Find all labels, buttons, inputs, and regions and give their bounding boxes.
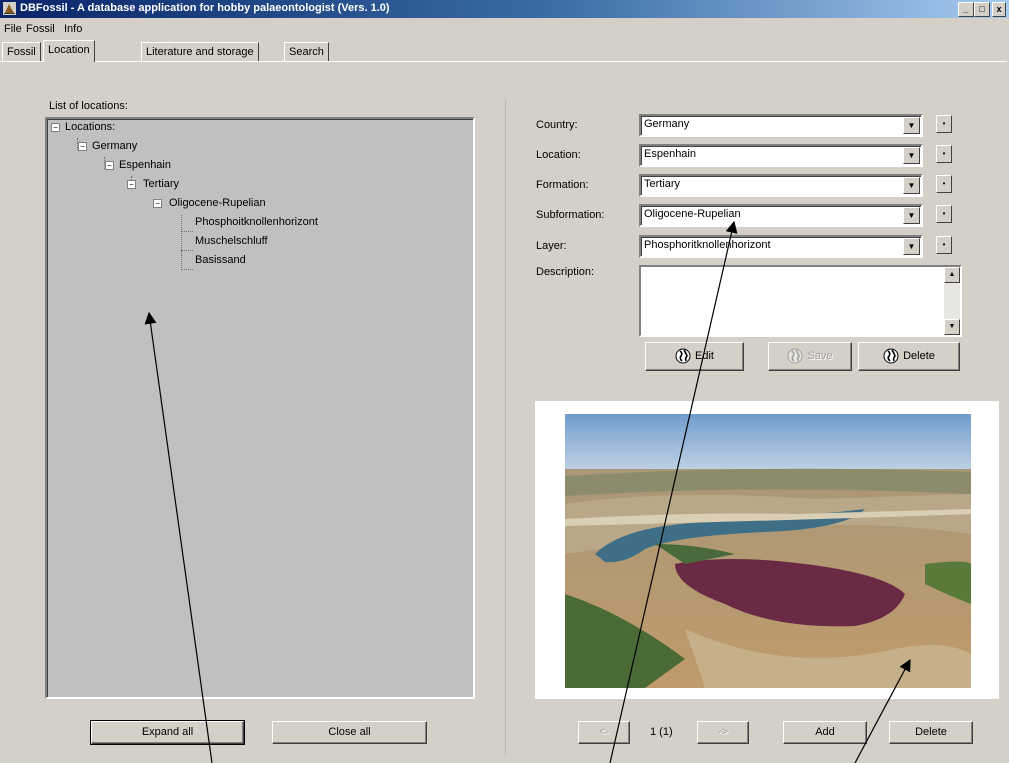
- chevron-down-icon[interactable]: ▼: [903, 117, 920, 134]
- location-photo: [565, 414, 971, 688]
- description-label: Description:: [536, 266, 595, 278]
- tab-fossil[interactable]: Fossil: [2, 42, 41, 61]
- delete-label: Delete: [903, 350, 935, 362]
- layer-value: Phosphoritknollenhorizont: [644, 239, 771, 251]
- subformation-label: Subformation:: [536, 209, 605, 221]
- tree-node-layer[interactable]: Basissand: [195, 254, 246, 266]
- chevron-down-icon[interactable]: ▼: [903, 238, 920, 255]
- country-add-button[interactable]: •: [936, 115, 952, 133]
- tree-node-germany[interactable]: Germany: [92, 140, 137, 152]
- edit-label: Edit: [695, 350, 714, 362]
- delete-location-button[interactable]: Delete: [858, 342, 960, 371]
- tree-node-oligocene-rupelian[interactable]: Oligocene-Rupelian: [169, 197, 266, 209]
- application-window: DBFossil - A database application for ho…: [0, 0, 1009, 763]
- previous-image-button[interactable]: <-: [578, 721, 630, 744]
- minimize-button[interactable]: _: [958, 2, 974, 17]
- layer-select[interactable]: Phosphoritknollenhorizont ▼: [639, 235, 923, 258]
- list-of-locations-label: List of locations:: [49, 100, 128, 112]
- app-icon: [3, 2, 16, 15]
- image-counter: 1 (1): [650, 726, 673, 738]
- formation-value: Tertiary: [644, 178, 681, 190]
- tree-collapse-formation[interactable]: −: [127, 180, 136, 189]
- tab-search[interactable]: Search: [284, 42, 329, 61]
- next-image-button[interactable]: ->: [697, 721, 749, 744]
- save-label: Save: [807, 350, 833, 362]
- formation-label: Formation:: [536, 179, 589, 191]
- menu-file[interactable]: File: [4, 23, 22, 35]
- country-select[interactable]: Germany ▼: [639, 114, 923, 137]
- location-photo-frame: [535, 401, 999, 699]
- tree-node-tertiary[interactable]: Tertiary: [143, 178, 179, 190]
- tree-collapse-country[interactable]: −: [78, 142, 87, 151]
- tab-strip: Fossil Location Literature and storage S…: [0, 40, 1009, 62]
- close-all-button[interactable]: Close all: [272, 721, 427, 744]
- close-button[interactable]: x: [992, 2, 1006, 17]
- subformation-add-button[interactable]: •: [936, 205, 952, 223]
- edit-button[interactable]: Edit: [645, 342, 744, 371]
- menu-fossil[interactable]: Fossil: [26, 23, 55, 35]
- location-add-button[interactable]: •: [936, 145, 952, 163]
- tree-node-espenhain[interactable]: Espenhain: [119, 159, 171, 171]
- menu-info[interactable]: Info: [64, 23, 82, 35]
- globe-icon: [675, 348, 691, 364]
- location-value: Espenhain: [644, 148, 696, 160]
- expand-all-button[interactable]: Expand all: [90, 720, 245, 745]
- tab-literature-storage[interactable]: Literature and storage: [141, 42, 259, 61]
- chevron-down-icon[interactable]: ▼: [903, 147, 920, 164]
- tree-node-layer[interactable]: Muschelschluff: [195, 235, 268, 247]
- scroll-up-icon[interactable]: ▲: [944, 267, 960, 283]
- subformation-value: Oligocene-Rupelian: [644, 208, 741, 220]
- scroll-down-icon[interactable]: ▼: [944, 319, 960, 335]
- country-label: Country:: [536, 119, 578, 131]
- formation-select[interactable]: Tertiary ▼: [639, 174, 923, 197]
- location-label: Location:: [536, 149, 581, 161]
- delete-image-button[interactable]: Delete: [889, 721, 973, 744]
- tree-node-locations[interactable]: Locations:: [65, 121, 115, 133]
- description-scrollbar[interactable]: ▲ ▼: [944, 267, 960, 335]
- country-value: Germany: [644, 118, 690, 130]
- location-select[interactable]: Espenhain ▼: [639, 144, 923, 167]
- layer-label: Layer:: [536, 240, 567, 252]
- globe-icon: [787, 348, 803, 364]
- window-title: DBFossil - A database application for ho…: [20, 2, 390, 14]
- chevron-down-icon[interactable]: ▼: [903, 177, 920, 194]
- layer-add-button[interactable]: •: [936, 236, 952, 254]
- title-bar[interactable]: DBFossil - A database application for ho…: [0, 0, 1009, 18]
- description-field[interactable]: ▲ ▼: [639, 265, 962, 337]
- panel-separator: [505, 100, 506, 755]
- globe-icon: [883, 348, 899, 364]
- save-button[interactable]: Save: [768, 342, 852, 371]
- tree-collapse-subformation[interactable]: −: [153, 199, 162, 208]
- chevron-down-icon[interactable]: ▼: [903, 207, 920, 224]
- locations-tree[interactable]: − Locations: − Germany − Espenhain − Ter…: [45, 117, 475, 699]
- formation-add-button[interactable]: •: [936, 175, 952, 193]
- tree-node-layer[interactable]: Phosphoitknollenhorizont: [195, 216, 318, 228]
- tree-collapse-location[interactable]: −: [105, 161, 114, 170]
- tab-location[interactable]: Location: [43, 40, 95, 62]
- menu-bar: File Fossil Info: [0, 20, 1009, 38]
- tree-collapse-root[interactable]: −: [51, 123, 60, 132]
- subformation-select[interactable]: Oligocene-Rupelian ▼: [639, 204, 923, 227]
- add-image-button[interactable]: Add: [783, 721, 867, 744]
- maximize-button[interactable]: □: [974, 2, 990, 17]
